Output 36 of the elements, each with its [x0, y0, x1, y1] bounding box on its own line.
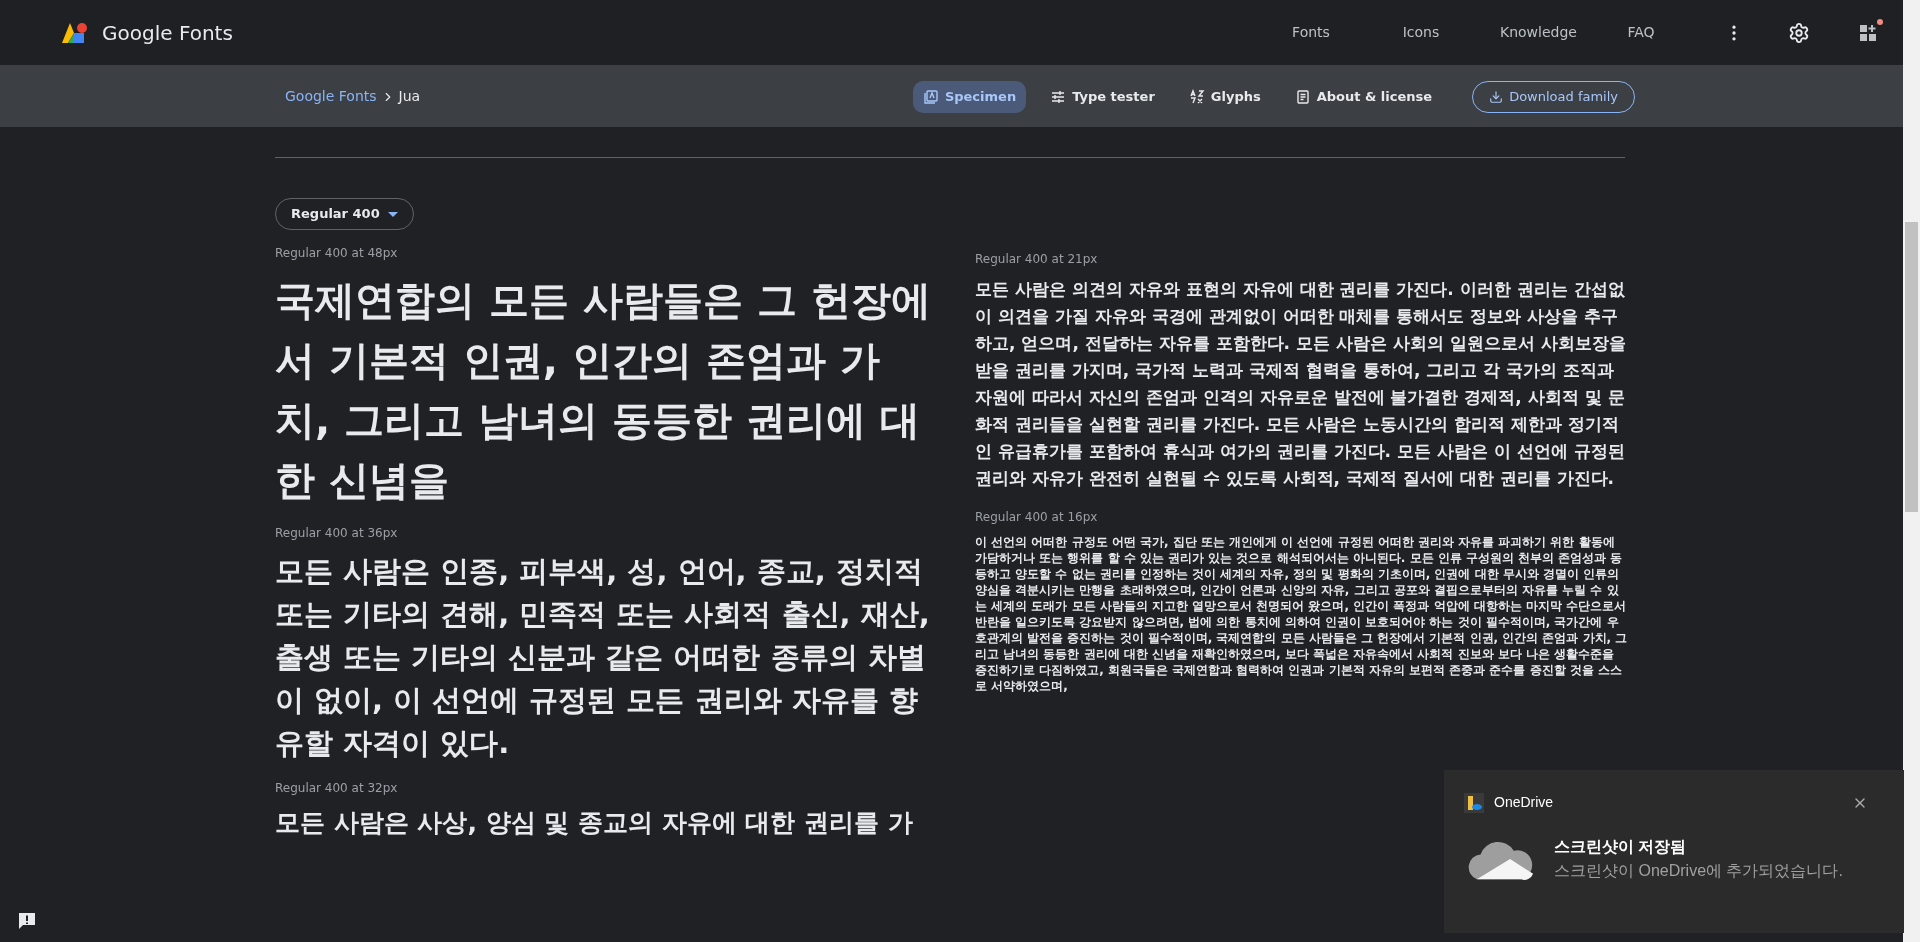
- sample-text: 국제연합의 모든 사람들은 그 헌장에서 기본적 인권, 인간의 존엄과 가치, 그리고 남녀의 동등한 권리에 대한 신념을: [275, 276, 932, 505]
- logo-text[interactable]: Google Fonts: [102, 17, 233, 48]
- notification-title: 스크린샷이 저장됨: [1554, 837, 1688, 857]
- feedback-icon[interactable]: [18, 912, 36, 930]
- logo-icon: [60, 20, 90, 45]
- sample-text: 모든 사람은 인종, 피부색, 성, 언어, 종교, 정치적 또는 기타의 견해, 민족적 또는 사회적 출신, 재산, 출생 또는 기타의 신분과 같은 어떠한 종류의 차별이 없이, 이 선언에 규정된 모든 권리와 자유를 향유할 자격이 있다.: [275, 553, 931, 762]
- document-icon: [1294, 88, 1311, 105]
- nav-link[interactable]: FAQ: [1586, 22, 1696, 43]
- nav-link[interactable]: Knowledge: [1476, 22, 1586, 43]
- app-name: OneDrive: [1494, 793, 1554, 812]
- page-tab[interactable]: Specimen: [912, 80, 1027, 113]
- sample-size-label: Regular 400 at 16px: [975, 509, 1099, 526]
- nav-link[interactable]: Fonts: [1256, 22, 1366, 43]
- sliders-icon: [1050, 88, 1067, 105]
- page-tab[interactable]: About & license: [1284, 80, 1443, 113]
- scrollbar-thumb[interactable]: [1905, 222, 1918, 512]
- glyphs-icon: [1188, 88, 1205, 105]
- sample-size-label: Regular 400 at 21px: [975, 251, 1099, 268]
- page-tab[interactable]: Type tester: [1040, 80, 1165, 113]
- caret-icon: [387, 211, 398, 217]
- breadcrumb-link[interactable]: Google Fonts: [285, 86, 377, 107]
- sample-size-label: Regular 400 at 32px: [275, 780, 399, 797]
- sample-size-label: Regular 400 at 36px: [275, 525, 399, 542]
- sample-text: 모든 사람은 의견의 자유와 표현의 자유에 대한 권리를 가진다. 이러한 권리는 간섭없이 의견을 가질 자유와 국경에 관계없이 어떠한 매체를 통해서도 정보와 사상을 추구하고, 얻으며, 전달하는 자유를 포함한다. 모든 사람은 사회의 일원으로서 사회보장을 받을 권리를 가지며, 국가적 노력과 국제적 협력을 통하여, 그리고 각 국가의 조직과 자원에 따라서 자신의 존엄과 인격의 자유로운 발전에 불가결한 경제적, 사회적 및 문화적 권리들을 실현할 권리를 가진다. 모든 사람은 노동시간의 합리적 제한과 정기적인 유급휴가를 포함하여 휴식과 여가의 권리를 가진다. 모든 사람은 이 선언에 규정된 권리와 자유가 완전히 실현될 수 있도록 사회적, 국제적 질서에 대한 권리를 가진다.: [975, 278, 1627, 490]
- notification-body: 스크린샷이 OneDrive에 추가되었습니다.: [1554, 861, 1844, 881]
- specimen-icon: [922, 88, 939, 105]
- page-tab[interactable]: Glyphs: [1178, 80, 1271, 113]
- breadcrumb-current: Jua: [398, 87, 421, 106]
- download-icon: [1489, 89, 1504, 104]
- sample-text: 이 선언의 어떠한 규정도 어떤 국가, 집단 또는 개인에게 이 선언에 규정된 어떠한 권리와 자유를 파괴하기 위한 활동에 가담하거나 또는 행위를 할 수 있는 권리가 있는 것으로 해석되어서는 아니된다. 모든 인류 구성원의 천부의 존엄성과 동등하고 양도할 수 없는 권리를 인정하는 것이 세계의 자유, 정의 및 평화의 기초이며, 인권에 대한 무시와 경멸이 인류의 양심을 격분시키는 만행을 초래하였으며, 인간이 언론과 신앙의 자유, 그리고 공포와 결핍으로부터의 자유를 누릴 수 있는 세계의 도래가 모든 사람들의 지고한 열망으로서 천명되어 왔으며, 인간이 폭정과 억압에 대항하는 마지막 수단으로서 반란을 일으키도록 강요받지 않으려면, 법에 의한 통치에 의하여 인권이 보호되어야 하는 것이 필수적이며, 국가간에 우호관계의 발전을 증진하는 것이 필수적이며, 국제연합의 모든 사람들은 그 헌장에서 기본적 인권, 인간의 존엄과 가치, 그리고 남녀의 동등한 권리에 대한 신념을 재확인하였으며, 보다 폭넓은 자유속에서 사회적 진보와 보다 나은 생활수준을 증진하기로 다짐하였고, 회원국들은 국제연합과 협력하여 인권과 기본적 자유의 보편적 존중과 준수를 증진할 것을 스스로 서약하였으며,: [975, 534, 1629, 694]
- settings-icon[interactable]: [1788, 21, 1810, 44]
- sample-text: 모든 사람은 사상, 양심 및 종교의 자유에 대한 권리를 가: [275, 807, 914, 839]
- nav-link[interactable]: Icons: [1366, 22, 1476, 43]
- folder-cloud-icon: [1464, 792, 1484, 813]
- sample-size-label: Regular 400 at 48px: [275, 245, 399, 262]
- apps-add-icon[interactable]: [1858, 21, 1880, 44]
